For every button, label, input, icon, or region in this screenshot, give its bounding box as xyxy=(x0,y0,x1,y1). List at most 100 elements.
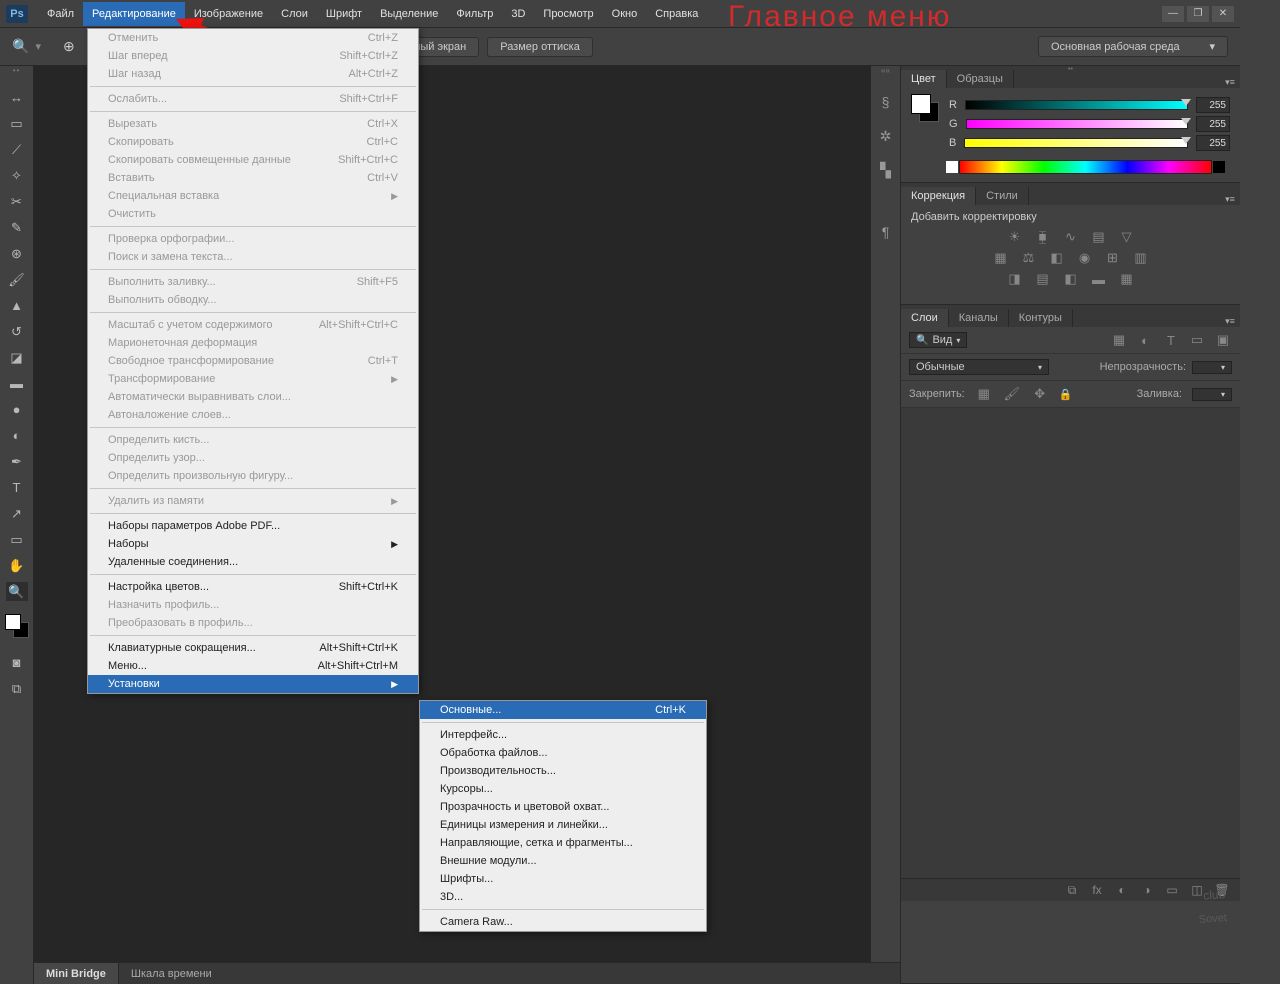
zoom-tool-icon[interactable]: 🔍 xyxy=(12,38,29,55)
marquee-tool-icon[interactable]: ▭ xyxy=(6,114,28,133)
posterize-icon[interactable]: ▤ xyxy=(1034,271,1052,287)
menu-редактирование[interactable]: Редактирование xyxy=(83,2,185,26)
b-slider[interactable] xyxy=(964,138,1188,148)
actions-panel-icon[interactable]: ✲ xyxy=(876,126,896,146)
spectrum-bar[interactable] xyxy=(959,160,1212,174)
layer-fx-icon[interactable]: fx xyxy=(1089,883,1105,897)
history-panel-icon[interactable]: § xyxy=(876,92,896,112)
blend-mode-select[interactable]: Обычные▾ xyxy=(909,359,1049,375)
menu-item[interactable]: Производительность... xyxy=(420,762,706,780)
screenmode-icon[interactable]: ⧉ xyxy=(6,679,28,698)
zoom-tool-icon[interactable]: 🔍 xyxy=(6,582,28,601)
quickmask-icon[interactable]: ◙ xyxy=(6,653,28,672)
panel-menu-icon[interactable]: ▾≡ xyxy=(1224,194,1240,205)
path-tool-icon[interactable]: ↗ xyxy=(6,504,28,523)
color-swatch-pair[interactable] xyxy=(911,94,939,122)
maximize-button[interactable]: ❐ xyxy=(1187,6,1209,22)
wand-tool-icon[interactable]: ✧ xyxy=(6,166,28,185)
hue-icon[interactable]: ▦ xyxy=(992,250,1010,266)
r-slider[interactable] xyxy=(965,100,1188,110)
menu-item[interactable]: Клавиатурные сокращения...Alt+Shift+Ctrl… xyxy=(88,639,418,657)
heal-tool-icon[interactable]: ⊛ xyxy=(6,244,28,263)
filter-type-icon[interactable]: T xyxy=(1162,332,1180,348)
lock-trans-icon[interactable]: ▦ xyxy=(975,386,993,402)
tab-paths[interactable]: Контуры xyxy=(1009,309,1073,327)
link-layers-icon[interactable]: ⧉ xyxy=(1064,883,1080,897)
properties-panel-icon[interactable]: ▚ xyxy=(876,160,896,180)
dodge-tool-icon[interactable]: ◐ xyxy=(6,426,28,445)
menu-фильтр[interactable]: Фильтр xyxy=(447,2,502,26)
b-value[interactable] xyxy=(1196,135,1230,151)
g-slider[interactable] xyxy=(966,119,1188,129)
workspace-selector[interactable]: Основная рабочая среда▾ xyxy=(1038,36,1228,57)
zoom-in-icon[interactable]: ⊕ xyxy=(63,38,75,55)
menu-item[interactable]: Шрифты... xyxy=(420,870,706,888)
new-group-icon[interactable]: ▭ xyxy=(1164,883,1180,897)
eraser-tool-icon[interactable]: ◪ xyxy=(6,348,28,367)
menu-item[interactable]: Camera Raw... xyxy=(420,913,706,931)
tab-timeline[interactable]: Шкала времени xyxy=(119,964,224,984)
eyedropper-tool-icon[interactable]: ✎ xyxy=(6,218,28,237)
menu-item[interactable]: Настройка цветов...Shift+Ctrl+K xyxy=(88,578,418,596)
balance-icon[interactable]: ⚖ xyxy=(1020,250,1038,266)
gradient-map-icon[interactable]: ▬ xyxy=(1090,271,1108,287)
menu-item[interactable]: 3D... xyxy=(420,888,706,906)
menu-item[interactable]: Направляющие, сетка и фрагменты... xyxy=(420,834,706,852)
r-value[interactable] xyxy=(1196,97,1230,113)
menu-файл[interactable]: Файл xyxy=(38,2,83,26)
menu-item[interactable]: Внешние модули... xyxy=(420,852,706,870)
panel-grip[interactable]: •• xyxy=(0,66,33,76)
menu-item[interactable]: Установки▶ xyxy=(88,675,418,693)
type-tool-icon[interactable]: T xyxy=(6,478,28,497)
mixer-icon[interactable]: ⊞ xyxy=(1104,250,1122,266)
panel-menu-icon[interactable]: ▾≡ xyxy=(1224,77,1240,88)
lock-pos-icon[interactable]: ✥ xyxy=(1031,386,1049,402)
brightness-icon[interactable]: ☀ xyxy=(1006,229,1024,245)
levels-icon[interactable]: ⧯ xyxy=(1034,229,1052,245)
vibrance-icon[interactable]: ▽ xyxy=(1118,229,1136,245)
menu-item[interactable]: Обработка файлов... xyxy=(420,744,706,762)
hand-tool-icon[interactable]: ✋ xyxy=(6,556,28,575)
option-button[interactable]: Размер оттиска xyxy=(487,37,593,57)
opacity-field[interactable]: ▾ xyxy=(1192,361,1232,374)
threshold-icon[interactable]: ◧ xyxy=(1062,271,1080,287)
crop-tool-icon[interactable]: ✂ xyxy=(6,192,28,211)
stamp-tool-icon[interactable]: ▲ xyxy=(6,296,28,315)
shape-tool-icon[interactable]: ▭ xyxy=(6,530,28,549)
menu-item[interactable]: Наборы параметров Adobe PDF... xyxy=(88,517,418,535)
history-brush-icon[interactable]: ↺ xyxy=(6,322,28,341)
tab-adjustments[interactable]: Коррекция xyxy=(901,187,976,205)
menu-item[interactable]: Единицы измерения и линейки... xyxy=(420,816,706,834)
layer-mask-icon[interactable]: ◐ xyxy=(1114,883,1130,897)
menu-окно[interactable]: Окно xyxy=(603,2,647,26)
tab-layers[interactable]: Слои xyxy=(901,309,949,327)
lock-all-icon[interactable]: 🔒 xyxy=(1059,388,1073,401)
new-fill-icon[interactable]: ◑ xyxy=(1139,883,1155,897)
move-tool-icon[interactable]: ↔ xyxy=(6,88,28,107)
menu-item[interactable]: Меню...Alt+Shift+Ctrl+M xyxy=(88,657,418,675)
invert-icon[interactable]: ◨ xyxy=(1006,271,1024,287)
menu-item[interactable]: Курсоры... xyxy=(420,780,706,798)
menu-item[interactable]: Интерфейс... xyxy=(420,726,706,744)
filter-adj-icon[interactable]: ◐ xyxy=(1136,332,1154,348)
character-panel-icon[interactable]: ¶ xyxy=(876,222,896,242)
g-value[interactable] xyxy=(1196,116,1230,132)
lookup-icon[interactable]: ▥ xyxy=(1132,250,1150,266)
menu-изображение[interactable]: Изображение xyxy=(185,2,272,26)
menu-просмотр[interactable]: Просмотр xyxy=(534,2,602,26)
panel-menu-icon[interactable]: ▾≡ xyxy=(1224,316,1240,327)
layer-kind-filter[interactable]: 🔍Вид▾ xyxy=(909,332,967,348)
tab-mini-bridge[interactable]: Mini Bridge xyxy=(34,963,119,984)
menu-справка[interactable]: Справка xyxy=(646,2,707,26)
brush-tool-icon[interactable]: 🖌 xyxy=(6,270,28,289)
menu-выделение[interactable]: Выделение xyxy=(371,2,447,26)
filter-pixel-icon[interactable]: ▦ xyxy=(1110,332,1128,348)
tab-channels[interactable]: Каналы xyxy=(949,309,1009,327)
menu-шрифт[interactable]: Шрифт xyxy=(317,2,371,26)
filter-smart-icon[interactable]: ▣ xyxy=(1214,332,1232,348)
fill-field[interactable]: ▾ xyxy=(1192,388,1232,401)
curves-icon[interactable]: ∿ xyxy=(1062,229,1080,245)
photo-filter-icon[interactable]: ◉ xyxy=(1076,250,1094,266)
bw-icon[interactable]: ◧ xyxy=(1048,250,1066,266)
menu-item[interactable]: Удаленные соединения... xyxy=(88,553,418,571)
